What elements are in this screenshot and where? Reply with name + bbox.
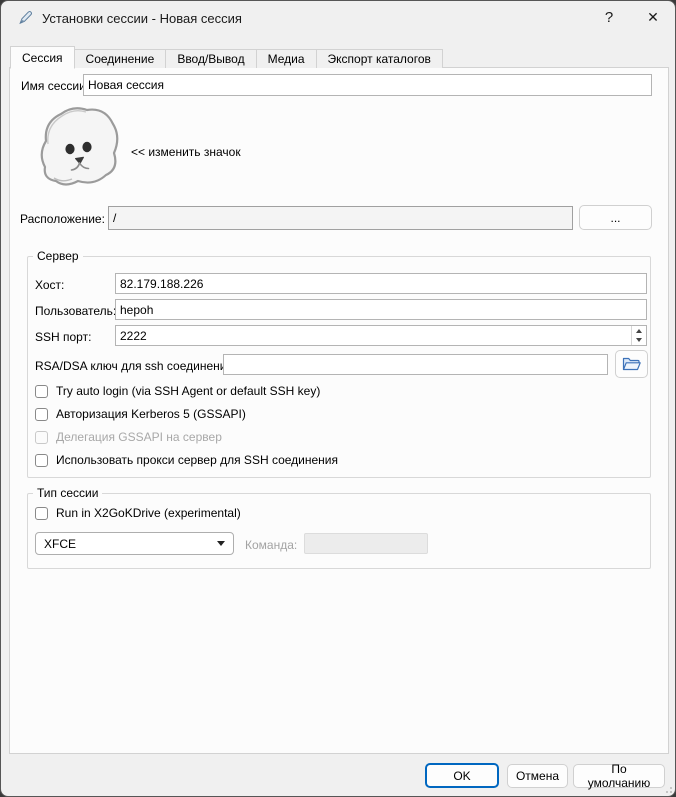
down-arrow-icon (636, 338, 642, 342)
checkbox-label: Run in X2GoKDrive (experimental) (56, 506, 241, 520)
checkbox-gssapi-delegation: Делегация GSSAPI на сервер (35, 429, 222, 445)
session-type-group-label: Тип сессии (33, 486, 102, 500)
path-label: Расположение: (20, 212, 105, 226)
checkbox-try-auto-login[interactable]: Try auto login (via SSH Agent or default… (35, 383, 320, 399)
session-name-input[interactable] (83, 74, 652, 96)
ssh-key-input[interactable] (223, 354, 608, 375)
desktop-environment-select[interactable]: XFCE (35, 532, 234, 555)
spin-buttons (631, 326, 646, 345)
checkbox-box (35, 385, 48, 398)
command-input (304, 533, 428, 554)
window-title: Установки сессии - Новая сессия (42, 11, 242, 26)
command-label: Команда: (245, 538, 297, 552)
browse-path-button[interactable]: ... (579, 205, 652, 230)
tab-input-output[interactable]: Ввод/Вывод (165, 49, 256, 68)
user-input[interactable] (115, 299, 647, 320)
defaults-button[interactable]: По умолчанию (573, 764, 665, 788)
host-label: Хост: (35, 278, 64, 292)
checkbox-kerberos-auth[interactable]: Авторизация Kerberos 5 (GSSAPI) (35, 406, 246, 422)
session-preferences-dialog: Установки сессии - Новая сессия ? ✕ Сесс… (0, 0, 676, 797)
ssh-port-label: SSH порт: (35, 330, 91, 344)
tab-shared-folders[interactable]: Экспорт каталогов (316, 49, 443, 68)
close-button[interactable]: ✕ (633, 1, 673, 34)
help-button[interactable]: ? (589, 1, 629, 34)
checkbox-box (35, 454, 48, 467)
checkbox-label: Try auto login (via SSH Agent or default… (56, 384, 320, 398)
host-input[interactable] (115, 273, 647, 294)
cancel-button[interactable]: Отмена (507, 764, 568, 788)
spin-down-button[interactable] (632, 336, 646, 346)
open-folder-icon (622, 356, 641, 372)
seal-mascot-icon (34, 102, 124, 192)
checkbox-ssh-proxy[interactable]: Использовать прокси сервер для SSH соеди… (35, 452, 338, 468)
resize-grip[interactable] (662, 783, 672, 793)
tab-bar: Сессия Соединение Ввод/Вывод Медиа Экспо… (10, 45, 442, 68)
tab-session[interactable]: Сессия (10, 46, 75, 69)
change-icon-label[interactable]: << изменить значок (131, 145, 241, 159)
session-icon-button[interactable] (34, 102, 124, 192)
checkbox-box (35, 507, 48, 520)
chevron-down-icon (217, 541, 225, 546)
checkbox-box (35, 408, 48, 421)
session-name-label: Имя сессии: (21, 79, 89, 93)
ok-button[interactable]: OK (425, 763, 499, 788)
checkbox-label: Использовать прокси сервер для SSH соеди… (56, 453, 338, 467)
tab-connection[interactable]: Соединение (74, 49, 167, 68)
titlebar[interactable]: Установки сессии - Новая сессия ? ✕ (1, 1, 675, 35)
checkbox-label: Авторизация Kerberos 5 (GSSAPI) (56, 407, 246, 421)
ssh-port-spinbox (115, 325, 647, 346)
pen-icon (17, 10, 33, 26)
ssh-key-label: RSA/DSA ключ для ssh соединения: (35, 359, 236, 373)
tab-media[interactable]: Медиа (256, 49, 317, 68)
server-group-label: Сервер (33, 249, 83, 263)
checkbox-box (35, 431, 48, 444)
path-input[interactable] (108, 206, 573, 230)
ssh-key-browse-button[interactable] (615, 350, 648, 378)
selected-desktop: XFCE (44, 537, 217, 551)
checkbox-label: Делегация GSSAPI на сервер (56, 430, 222, 444)
checkbox-x2gokdrive[interactable]: Run in X2GoKDrive (experimental) (35, 505, 241, 521)
ssh-port-input[interactable] (116, 326, 631, 345)
spin-up-button[interactable] (632, 326, 646, 336)
user-label: Пользователь: (35, 304, 116, 318)
up-arrow-icon (636, 329, 642, 333)
